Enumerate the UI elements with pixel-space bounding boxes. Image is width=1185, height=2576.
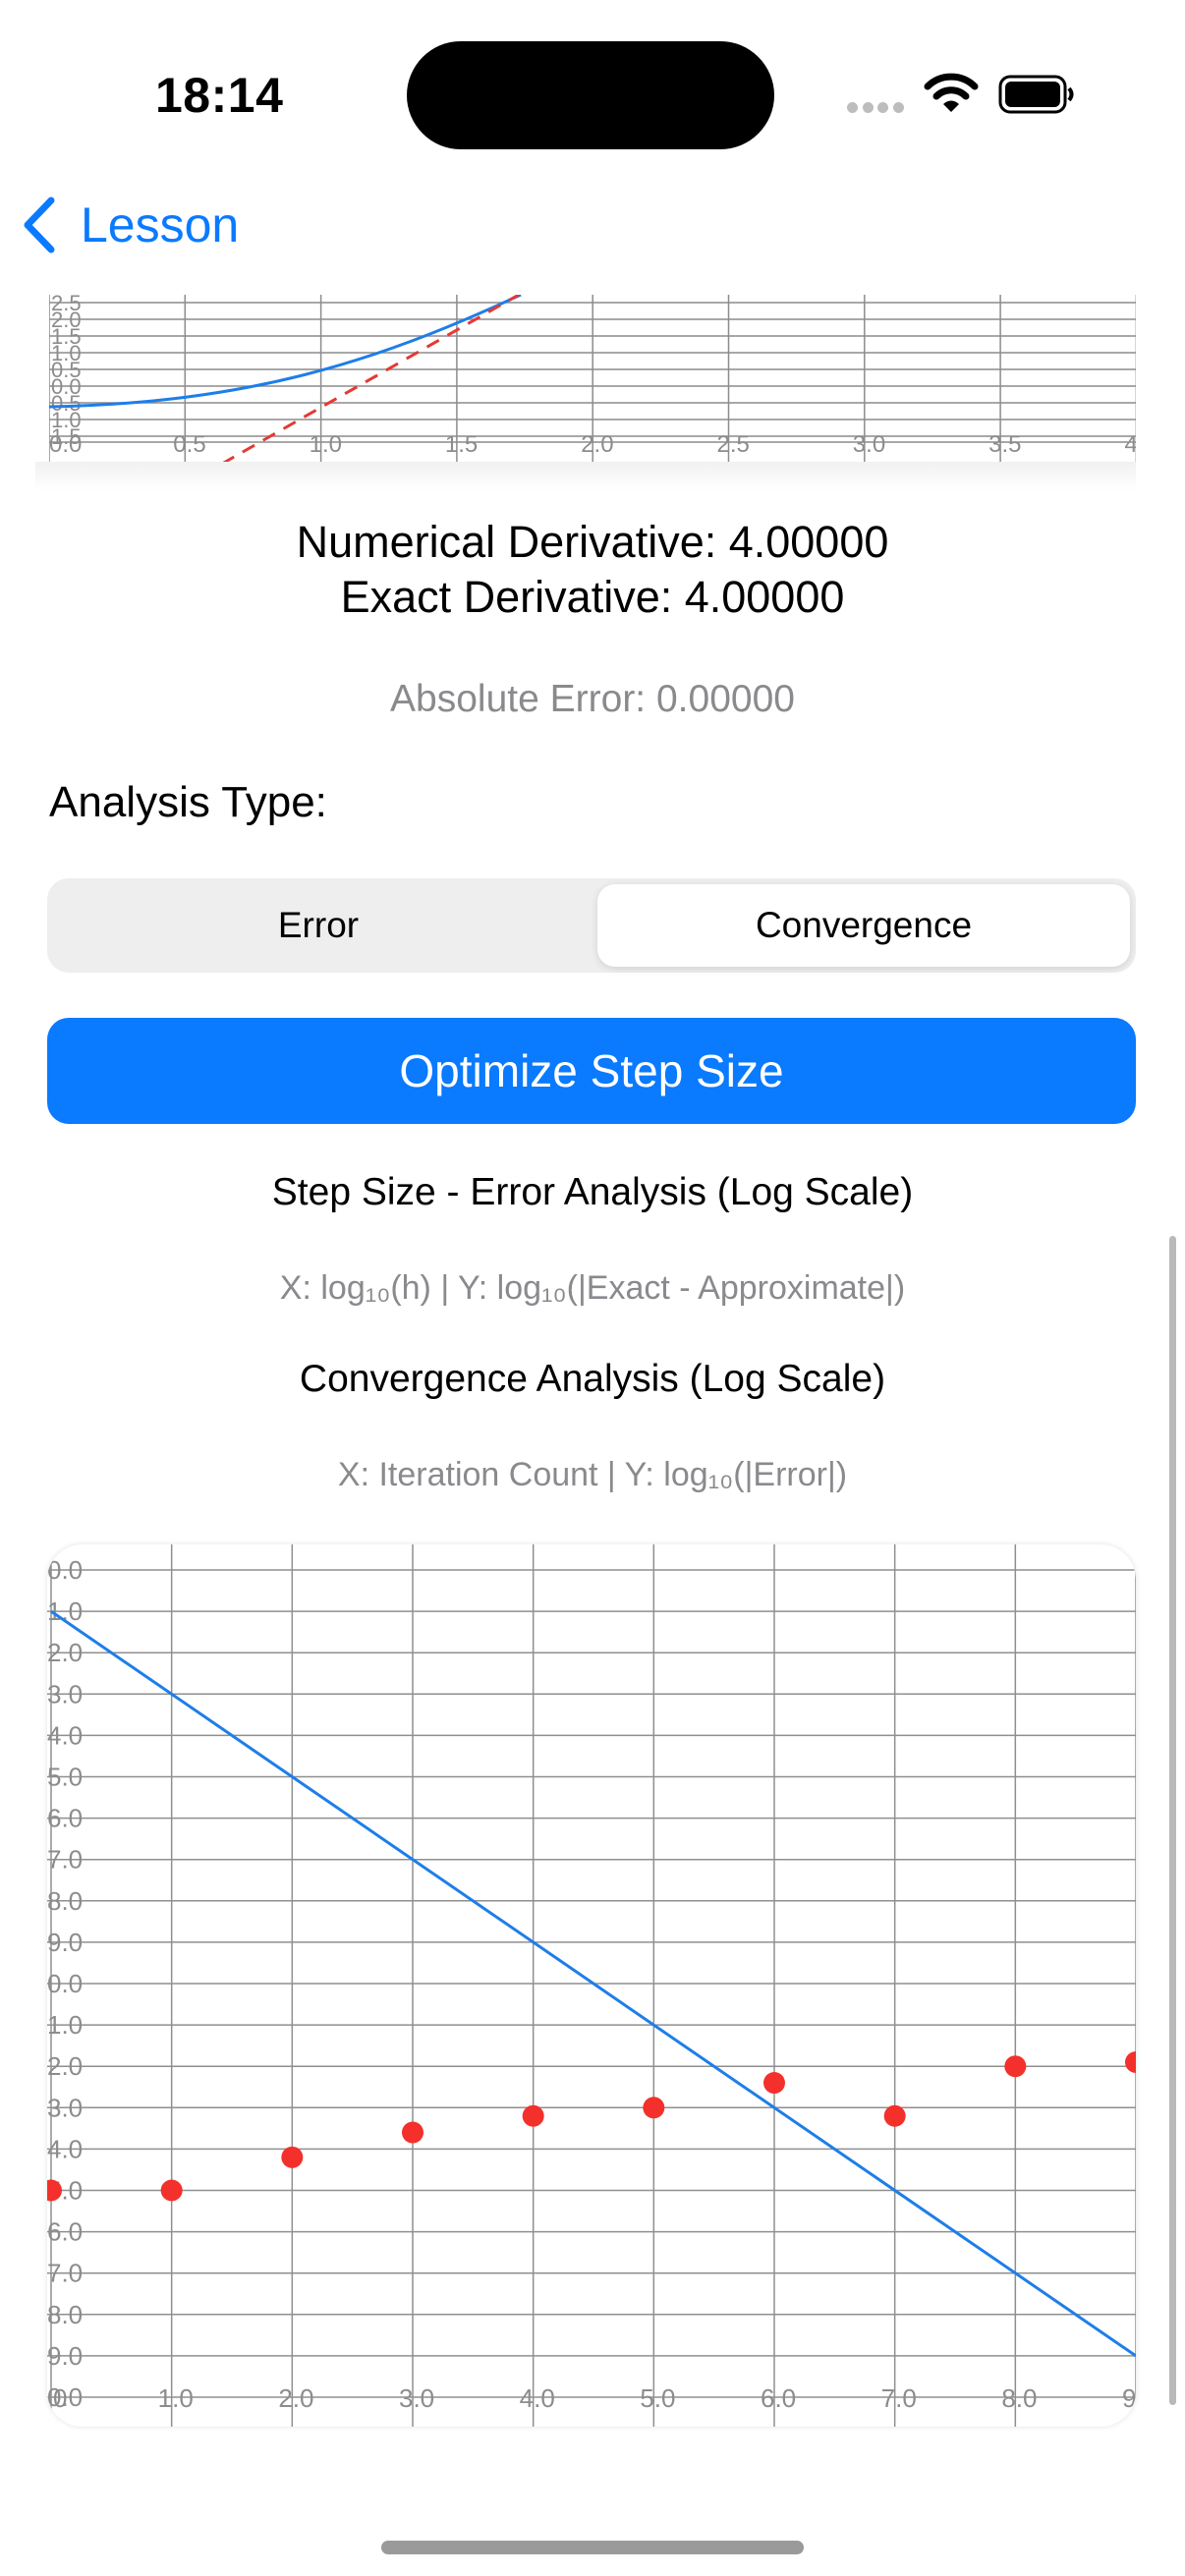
x-tick-label: 0 <box>53 2383 67 2413</box>
convergence-chart-title: Convergence Analysis (Log Scale) <box>299 1358 886 1400</box>
x-tick-label: 2.0 <box>278 2383 313 2413</box>
y-tick-label: 7.0 <box>47 1845 83 1875</box>
function-chart: 0.00.51.01.52.02.53.03.54.2.52.01.51.00.… <box>49 295 1136 468</box>
top-chart-y-tick: 1.5 <box>51 424 82 449</box>
home-indicator[interactable] <box>381 2541 804 2554</box>
y-tick-label: 9.0 <box>47 1928 83 1957</box>
top-chart-x-tick: 3.5 <box>988 431 1021 458</box>
exact-derivative: Exact Derivative: 4.00000 <box>340 572 845 622</box>
convergence-chart-subtitle: X: Iteration Count | Y: log₁₀(|Error|) <box>337 1456 848 1493</box>
top-chart-x-tick: 2.5 <box>717 431 750 458</box>
y-tick-label: 0.0 <box>47 1555 83 1585</box>
cellular-signal-icon <box>847 102 904 116</box>
error-point <box>1004 2055 1027 2078</box>
numerical-derivative: Numerical Derivative: 4.00000 <box>296 517 889 567</box>
step-size-chart-subtitle: X: log₁₀(h) | Y: log₁₀(|Exact - Approxim… <box>279 1269 906 1307</box>
y-tick-label: 7.0 <box>47 2259 83 2288</box>
y-tick-label: 6.0 <box>47 1804 83 1833</box>
y-tick-label: 5.0 <box>47 1763 83 1792</box>
x-tick-label: 6.0 <box>761 2383 796 2413</box>
y-tick-label: 3.0 <box>47 2093 83 2122</box>
y-tick-label: 4.0 <box>47 1720 83 1750</box>
x-tick-label: 9. <box>1122 2383 1136 2413</box>
dynamic-island <box>407 41 774 149</box>
y-tick-label: 4.0 <box>47 2134 83 2163</box>
top-chart-x-tick: 0.5 <box>173 431 205 458</box>
error-point <box>883 2104 906 2127</box>
top-chart-x-tick: 1.5 <box>445 431 478 458</box>
x-tick-label: 4.0 <box>520 2383 555 2413</box>
y-tick-label: 2.0 <box>47 1638 83 1667</box>
x-tick-label: 8.0 <box>1001 2383 1037 2413</box>
top-chart-x-tick: 1.0 <box>310 431 342 458</box>
top-chart-x-tick: 3.0 <box>853 431 885 458</box>
error-point <box>1125 2050 1136 2073</box>
segment-error[interactable]: Error <box>47 878 590 973</box>
chevron-left-icon <box>24 196 55 253</box>
analysis-type-segmented-control[interactable]: Error Convergence <box>47 878 1136 973</box>
convergence-chart-card: 0.0 1.0 2.0 3.0 4.0 5.0 6.0 7.0 8.0 9.0 0.0 1.0 2.0 3… <box>47 1544 1136 2427</box>
y-tick-label: 6.0 <box>47 2217 83 2247</box>
wifi-icon <box>924 73 979 112</box>
top-chart-x-tick: 4. <box>1124 431 1136 458</box>
segment-convergence[interactable]: Convergence <box>597 884 1130 967</box>
chart-card-edge <box>35 462 1136 491</box>
y-tick-label: 3.0 <box>47 1679 83 1708</box>
error-point <box>402 2121 423 2144</box>
x-tick-label: 5.0 <box>640 2383 675 2413</box>
function-curve <box>49 295 522 409</box>
y-tick-label: 9.0 <box>47 2341 83 2371</box>
back-button[interactable]: Lesson <box>22 196 239 253</box>
absolute-error: Absolute Error: 0.00000 <box>390 678 795 720</box>
convergence-chart: 0.01.02.03.04.05.06.07.08.09.00.01.02.03… <box>47 1544 1136 2427</box>
y-tick-label: 8.0 <box>47 2300 83 2329</box>
x-tick-label: 3.0 <box>399 2383 434 2413</box>
error-point <box>281 2146 304 2168</box>
error-point <box>522 2104 544 2127</box>
battery-icon <box>998 75 1074 114</box>
y-tick-label: 1.0 <box>47 2010 83 2040</box>
scrollbar[interactable] <box>1169 1236 1176 2405</box>
status-time: 18:14 <box>155 68 284 123</box>
error-point <box>160 2179 183 2202</box>
top-chart-x-tick: 2.0 <box>581 431 613 458</box>
error-point <box>643 2097 665 2119</box>
optimize-step-size-button[interactable]: Optimize Step Size <box>47 1018 1136 1124</box>
back-label: Lesson <box>81 197 240 252</box>
y-tick-label: 0.0 <box>47 1969 83 1998</box>
analysis-type-label: Analysis Type: <box>49 778 327 826</box>
step-size-chart-title: Step Size - Error Analysis (Log Scale) <box>271 1171 914 1213</box>
x-tick-label: 7.0 <box>881 2383 917 2413</box>
error-point <box>763 2072 785 2095</box>
y-tick-label: 2.0 <box>47 2051 83 2081</box>
x-tick-label: 1.0 <box>158 2383 194 2413</box>
y-tick-label: 8.0 <box>47 1886 83 1916</box>
